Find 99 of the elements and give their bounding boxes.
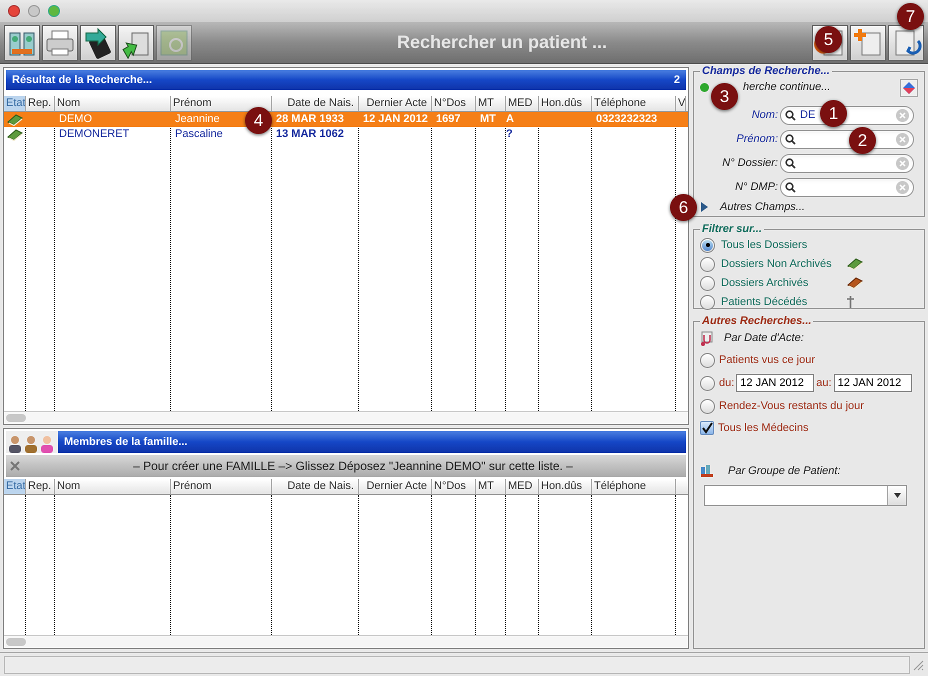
search-icon (785, 134, 796, 144)
disclosure-triangle-icon[interactable] (700, 202, 708, 212)
toolbar-button[interactable] (888, 24, 924, 60)
callout-tooltip: 3 (711, 83, 738, 110)
column-header[interactable]: Date de Nais. (272, 479, 359, 494)
table-cell: 12 JAN 2012 (363, 112, 428, 127)
radio-button[interactable] (700, 256, 715, 272)
radio-label[interactable]: Rendez-Vous restants du jour (719, 398, 864, 414)
table-cell: 0323232323 (596, 112, 658, 127)
field-label: Nom: (752, 108, 778, 123)
field-label: Prénom: (736, 132, 778, 147)
radio-button[interactable] (700, 294, 715, 310)
column-header[interactable]: MT (476, 479, 506, 494)
column-header[interactable]: Dernier Acte (359, 479, 432, 494)
column-header[interactable]: N°Dos (432, 96, 476, 111)
table-cell: DEMONERET (59, 127, 130, 142)
filter-option-label[interactable]: Patients Décédés (721, 294, 841, 310)
scrollbar-thumb[interactable] (6, 638, 26, 646)
column-header[interactable]: V (676, 96, 686, 111)
radio-button[interactable] (700, 238, 715, 252)
panel-title: Résultat de la Recherche... (12, 72, 152, 88)
group-title: Autres Recherches... (700, 314, 812, 329)
field-label: N° Dossier: (722, 156, 778, 171)
book-icon (7, 128, 23, 140)
table-cell: 28 MAR 1933 (276, 112, 344, 127)
close-icon[interactable] (10, 461, 20, 471)
book-icon (847, 277, 863, 289)
filter-option-label[interactable]: Dossiers Non Archivés (721, 256, 841, 272)
table-cell: 13 MAR 1062 (276, 127, 344, 142)
panel-title: Membres de la famille... (64, 434, 188, 450)
column-header[interactable]: Dernier Acte (359, 96, 432, 111)
drop-hint-text: – Pour créer une FAMILLE –> Glissez Déposez "Jeannine DEMO" sur cette liste. – (132, 458, 574, 475)
table-cell: ? (506, 127, 513, 142)
dropdown-arrow-icon (894, 493, 900, 498)
table-cell: 1697 (436, 112, 460, 127)
close-button[interactable] (8, 5, 20, 17)
group-dropdown[interactable] (704, 485, 907, 506)
range-label: au: (816, 376, 832, 391)
date-field[interactable]: 12 JAN 2012 (834, 374, 912, 392)
book-icon (847, 258, 863, 270)
date-field[interactable]: 12 JAN 2012 (736, 374, 814, 392)
resize-grip-icon[interactable] (912, 658, 924, 670)
radio-button[interactable] (700, 376, 715, 390)
column-header[interactable]: Téléphone (592, 479, 676, 494)
column-header[interactable]: Nom (55, 479, 171, 494)
column-header[interactable]: Rep. (26, 96, 55, 111)
column-header[interactable]: Téléphone (592, 96, 676, 111)
filter-option-label[interactable]: Tous les Dossiers (721, 236, 841, 254)
people-icon (8, 435, 56, 453)
column-header[interactable]: N°Dos (432, 479, 476, 494)
radio-button[interactable] (700, 352, 715, 368)
book-icon (7, 114, 23, 126)
radio-button[interactable] (700, 398, 715, 414)
radio-label[interactable]: Patients vus ce jour (719, 352, 815, 368)
group-title: Champs de Recherche... (701, 64, 831, 79)
zoom-button[interactable] (48, 5, 60, 17)
column-header[interactable]: Date de Nais. (272, 96, 359, 111)
column-header[interactable]: Rep. (26, 479, 55, 494)
column-header[interactable]: Nom (55, 96, 171, 111)
minimize-button[interactable] (28, 5, 40, 17)
column-header[interactable]: Prénom (171, 479, 272, 494)
group-title: Filtrer sur... (701, 222, 763, 237)
table-cell: Pascaline (175, 127, 223, 142)
search-field[interactable] (780, 154, 914, 172)
stethoscope-icon (700, 330, 714, 346)
toolbar-button[interactable] (4, 24, 40, 60)
search-icon (785, 110, 796, 120)
section-label: Par Groupe de Patient: (728, 464, 841, 478)
more-fields-label[interactable]: Autres Champs... (720, 198, 805, 215)
cross-icon (847, 296, 854, 308)
checkbox[interactable] (700, 421, 714, 435)
search-field[interactable] (780, 178, 914, 196)
range-label: du: (719, 376, 734, 391)
callout-tooltip: 2 (849, 127, 876, 154)
toolbar-button[interactable] (80, 24, 116, 60)
column-header[interactable]: MED (506, 479, 539, 494)
field-label: N° DMP: (735, 180, 778, 195)
section-label: Par Date d'Acte: (724, 331, 804, 346)
search-icon (785, 182, 796, 192)
table-cell: Jeannine (175, 112, 220, 127)
toolbar-title: Rechercher un patient ... (396, 31, 608, 54)
column-header[interactable]: MED (506, 96, 539, 111)
checkmark-icon (701, 422, 713, 434)
column-header[interactable]: MT (476, 96, 506, 111)
checkbox-label[interactable]: Tous les Médecins (718, 420, 808, 436)
table-cell: DEMO (59, 112, 92, 127)
radio-button[interactable] (700, 276, 715, 290)
continuous-search-label: herche continue... (743, 80, 832, 96)
result-count: 2 (674, 72, 680, 88)
scrollbar-thumb[interactable] (6, 414, 26, 422)
toolbar-button[interactable] (118, 24, 154, 60)
column-header[interactable]: Hon.dûs (539, 96, 592, 111)
filter-option-label[interactable]: Dossiers Archivés (721, 274, 841, 292)
callout-tooltip: 1 (820, 100, 847, 127)
search-icon (785, 158, 796, 168)
table-cell: A (506, 112, 514, 127)
group-icon (700, 464, 714, 478)
column-header[interactable]: Hon.dûs (539, 479, 592, 494)
table-cell: MT (480, 112, 496, 127)
